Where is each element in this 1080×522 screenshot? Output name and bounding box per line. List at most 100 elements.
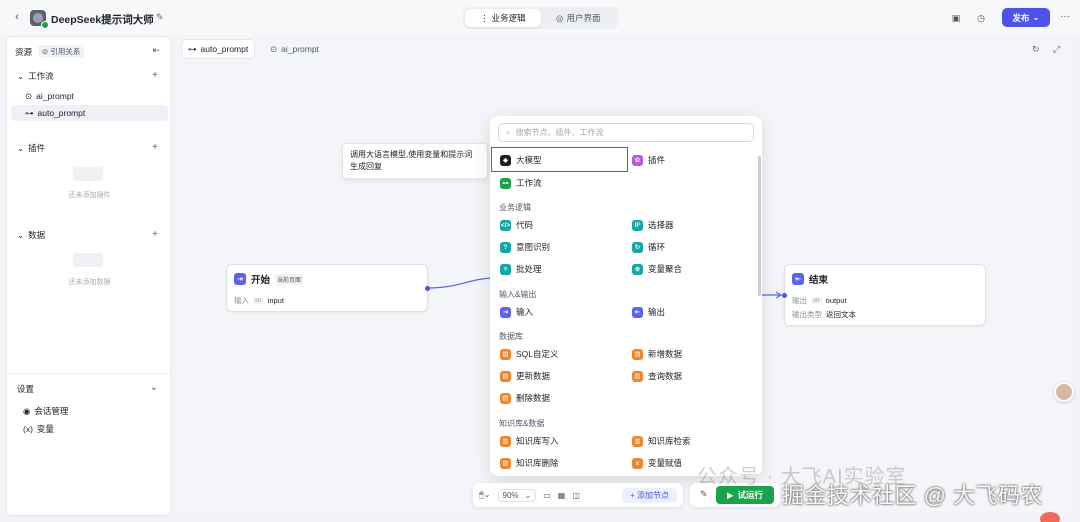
preview-icon[interactable]: ▣ [950, 12, 962, 24]
refresh-icon[interactable]: ↻ [1032, 44, 1040, 55]
history-icon[interactable]: ◷ [975, 12, 987, 24]
workflow-icon: ⊶ [500, 177, 511, 189]
tab-business-logic[interactable]: ⋮ 业务逻辑 [465, 9, 541, 27]
tab-auto-prompt[interactable]: ⊶ auto_prompt [182, 40, 255, 58]
zoom-select[interactable]: 90% ⌄ [497, 488, 537, 502]
output-field: 输出 str output [792, 296, 847, 305]
fullscreen-icon[interactable]: ⤢ [1053, 44, 1060, 55]
node-item-kb-search[interactable]: ▥ 知识库检索 [632, 433, 691, 449]
resource-sidebar: 资源 ⊘ 引用关系 ⇤ ⌄ 工作流 + ⊙ ai_prompt ⊶ auto_prom… [6, 36, 171, 516]
collapse-sidebar-icon[interactable]: ⇤ [152, 45, 160, 56]
tab-user-interface[interactable]: ◎ 用户界面 [541, 9, 617, 27]
input-field: 输入 str input [234, 296, 284, 305]
sidebar-item-auto-prompt[interactable]: ⊶ auto_prompt [11, 105, 168, 121]
node-item-input[interactable]: ⇥ 输入 [500, 304, 533, 320]
workflow-icon: ⋮ [479, 12, 489, 23]
settings-item-variable[interactable]: (x) 变量 [23, 423, 54, 435]
node-item-intent[interactable]: ? 意图识别 [500, 239, 550, 255]
input-port[interactable] [782, 293, 787, 298]
empty-placeholder [73, 253, 103, 267]
node-item-sql[interactable]: ▤ SQL自定义 [500, 346, 559, 362]
node-item-kb-delete[interactable]: ▥ 知识库删除 [500, 455, 559, 471]
category-knowledge: 知识库&数据 [499, 419, 545, 428]
output-type-field: 输出类型 返回文本 [792, 310, 856, 319]
settings-item-session[interactable]: ◉ 会话管理 [23, 405, 68, 417]
node-item-batch[interactable]: ≡ 批处理 [500, 261, 542, 277]
node-item-workflow[interactable]: ⊶ 工作流 [500, 175, 542, 191]
add-plugin-icon[interactable]: + [152, 142, 158, 153]
add-workflow-icon[interactable]: + [152, 70, 158, 81]
mouse-icon[interactable]: 🖱⌄ [479, 490, 491, 500]
database-icon: ▤ [632, 370, 643, 382]
empty-placeholder [73, 167, 103, 181]
node-item-output[interactable]: ⇤ 输出 [632, 304, 665, 320]
add-data-icon[interactable]: + [152, 229, 158, 240]
chevron-down-icon: ⌄ [17, 229, 25, 240]
llm-icon: ◆ [500, 154, 511, 166]
add-node-button[interactable]: + 添加节点 [622, 487, 677, 503]
section-plugin[interactable]: ⌄ 插件 [17, 142, 45, 154]
batch-icon: ≡ [500, 263, 511, 275]
comment-icon[interactable]: ▭ [543, 491, 551, 500]
node-item-kb-write[interactable]: ▥ 知识库写入 [500, 433, 559, 449]
node-header: ⇥ 开始 当前页面 [234, 272, 304, 286]
chevron-down-icon[interactable]: ⌄ [150, 382, 158, 393]
category-business-logic: 业务逻辑 [499, 203, 531, 212]
user-avatar[interactable] [1054, 382, 1074, 402]
node-item-selector[interactable]: IF 选择器 [632, 217, 674, 233]
start-node[interactable]: ⇥ 开始 当前页面 输入 str input [226, 264, 430, 312]
sidebar-item-ai-prompt[interactable]: ⊙ ai_prompt [11, 88, 168, 104]
database-icon: ▤ [500, 370, 511, 382]
node-item-delete[interactable]: ▤ 删除数据 [500, 390, 550, 406]
workflow-icon: ⊙ [25, 90, 33, 101]
node-item-insert[interactable]: ▤ 新增数据 [632, 346, 682, 362]
output-port[interactable] [425, 286, 430, 291]
more-icon[interactable]: ··· [1060, 11, 1070, 22]
add-node-panel: ⌕ 搜索节点、插件、工作流 ◆ 大模型 ✿ 插件 ⊶ 工作流 业务逻辑 </> 代码 I… [490, 116, 762, 476]
sidebar-title: 资源 [15, 46, 33, 57]
minimap-icon[interactable]: ◫ [572, 491, 580, 500]
node-item-llm[interactable]: ◆ 大模型 [500, 152, 542, 168]
start-icon: ⇥ [234, 273, 246, 285]
section-data[interactable]: ⌄ 数据 [17, 229, 45, 241]
node-item-update[interactable]: ▤ 更新数据 [500, 368, 550, 384]
database-icon: ▤ [500, 348, 511, 360]
back-icon[interactable]: ‹ [10, 10, 24, 24]
node-item-plugin[interactable]: ✿ 插件 [632, 152, 665, 168]
node-item-query[interactable]: ▤ 查询数据 [632, 368, 682, 384]
node-tag: 当前页面 [275, 273, 304, 285]
merge-icon: ⊕ [632, 263, 643, 275]
intent-icon: ? [500, 241, 511, 253]
variable-icon: x [632, 457, 643, 469]
tab-ai-prompt[interactable]: ⊙ ai_prompt [264, 40, 325, 58]
category-io: 输入&输出 [499, 290, 537, 299]
node-item-code[interactable]: </> 代码 [500, 217, 533, 233]
canvas-toolbar: 🖱⌄ 90% ⌄ ▭ ▦ ◫ + 添加节点 [473, 483, 683, 507]
node-header: ⇤ 结束 [792, 272, 828, 286]
workflow-icon: ⊶ [188, 43, 197, 54]
variable-icon: (x) [23, 424, 33, 434]
layout-icon[interactable]: ▦ [558, 491, 566, 500]
divider [7, 373, 170, 374]
end-node[interactable]: ⇤ 结束 输出 str output 输出类型 返回文本 [782, 264, 986, 326]
input-icon: ⇥ [500, 306, 511, 318]
panel-scrollbar[interactable] [758, 156, 761, 296]
app-avatar [30, 10, 49, 29]
node-tooltip: 调用大语言模型,使用变量和提示词生成回复 [342, 143, 488, 179]
chevron-down-icon: ⌄ [17, 142, 25, 153]
knowledge-icon: ▥ [500, 457, 511, 469]
section-workflow[interactable]: ⌄ 工作流 [17, 70, 54, 82]
node-item-variable-merge[interactable]: ⊕ 变量聚合 [632, 261, 682, 277]
debug-icon[interactable]: ✎ [700, 489, 708, 500]
edit-icon[interactable]: ✎ [156, 12, 166, 22]
chevron-down-icon: ⌄ [1032, 12, 1040, 22]
plugin-icon: ✿ [632, 154, 643, 166]
database-icon: ▤ [632, 348, 643, 360]
publish-button[interactable]: 发布 ⌄ [1002, 8, 1050, 27]
node-item-variable-assign[interactable]: x 变量赋值 [632, 455, 682, 471]
node-search-input[interactable]: ⌕ 搜索节点、插件、工作流 [498, 123, 754, 142]
search-icon: ⌕ [506, 127, 511, 137]
section-settings[interactable]: 设置 [17, 383, 34, 395]
node-item-loop[interactable]: ↻ 循环 [632, 239, 665, 255]
reference-chip[interactable]: ⊘ 引用关系 [38, 45, 85, 58]
